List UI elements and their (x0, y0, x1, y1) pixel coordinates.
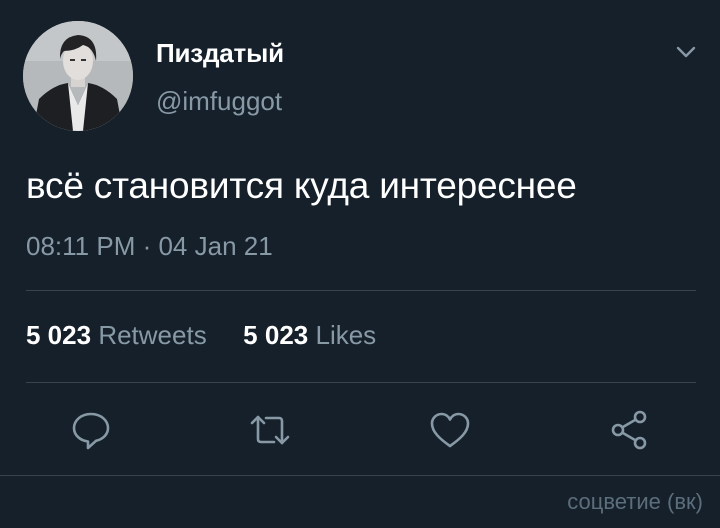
retweets-label: Retweets (98, 320, 207, 350)
reply-button[interactable] (69, 408, 113, 452)
divider (26, 382, 696, 383)
retweets-count: 5 023 (26, 320, 92, 350)
divider (26, 290, 696, 291)
retweet-button[interactable] (248, 408, 292, 452)
author-handle[interactable]: @imfuggot (156, 86, 282, 117)
tweet-stats: 5 023 Retweets 5 023 Likes (26, 320, 376, 351)
share-icon (611, 410, 647, 450)
chevron-down-icon[interactable] (669, 38, 703, 66)
reply-icon (72, 412, 110, 450)
likes-stat[interactable]: 5 023 Likes (236, 320, 376, 350)
watermark: соцветие (вк) (567, 489, 703, 514)
retweet-icon (250, 415, 290, 445)
share-button[interactable] (607, 408, 651, 452)
likes-label: Likes (315, 320, 377, 350)
tweet-timestamp[interactable]: 08:11 PM · 04 Jan 21 (26, 231, 273, 262)
tweet-text: всё становится куда интереснее (26, 165, 577, 206)
heart-icon (430, 412, 470, 448)
author-display-name[interactable]: Пиздатый (156, 38, 284, 69)
retweets-stat[interactable]: 5 023 Retweets (26, 320, 214, 350)
divider (0, 475, 720, 476)
like-button[interactable] (428, 408, 472, 452)
likes-count: 5 023 (243, 320, 309, 350)
avatar[interactable] (23, 21, 133, 131)
